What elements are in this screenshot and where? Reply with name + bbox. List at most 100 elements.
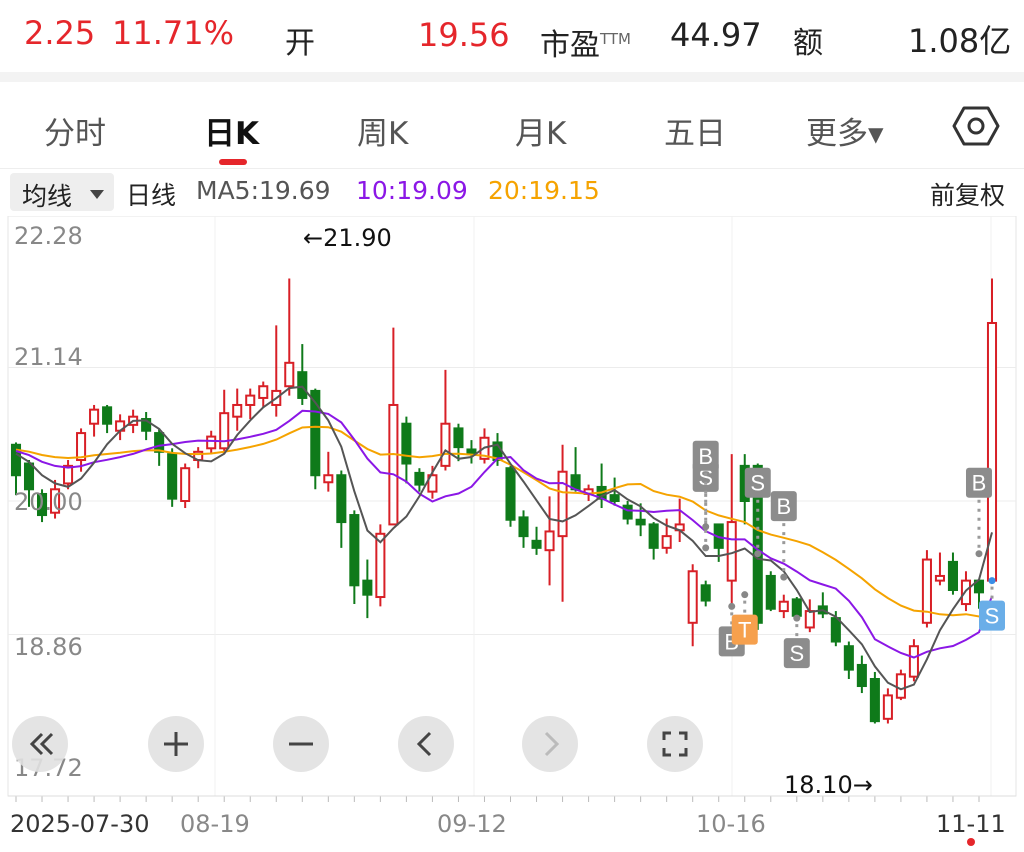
candle (531, 539, 542, 549)
candle (908, 645, 919, 678)
open-value: 19.56 (418, 16, 510, 54)
candle (284, 361, 295, 388)
ma5-line (15, 385, 993, 691)
active-tab-indicator (219, 159, 247, 165)
candle (453, 427, 464, 449)
candle (648, 523, 659, 549)
candle (89, 408, 100, 425)
candle (245, 394, 256, 406)
pe-label-text: 市盈 (540, 28, 600, 63)
tab-more[interactable]: 更多▾ (806, 108, 884, 153)
candle (635, 518, 646, 526)
fullscreen-icon (662, 731, 688, 757)
marker-dot (702, 523, 710, 531)
marker-dot (702, 544, 710, 552)
low-annotation: 18.10→ (784, 771, 873, 799)
marker-dot (728, 602, 736, 610)
x-tick-label: 09-12 (437, 810, 507, 838)
change-percent: 11.71% (112, 14, 235, 52)
candle (349, 514, 360, 587)
candle (414, 471, 425, 486)
tab-intraday[interactable]: 分时 (44, 108, 106, 153)
x-tick-label: 10-16 (696, 810, 766, 838)
candle (622, 504, 633, 520)
zoom-out-button[interactable] (273, 716, 329, 772)
trade-marker-label: S (789, 641, 804, 666)
candle (102, 406, 113, 425)
candle (336, 474, 347, 524)
x-tick-label: 2025-07-30 (10, 810, 150, 838)
marker-dot (741, 591, 749, 599)
candle (882, 694, 893, 720)
candle (830, 617, 841, 643)
tab-five-day[interactable]: 五日 (664, 108, 726, 153)
candle (765, 574, 776, 610)
plus-icon (164, 732, 188, 756)
chevron-right-icon (544, 731, 560, 757)
candle (23, 462, 35, 491)
y-tick-label: 20.00 (14, 488, 83, 516)
x-tick-label: 08-19 (180, 810, 250, 838)
high-annotation: ←21.90 (303, 224, 392, 252)
next-button[interactable] (522, 716, 578, 772)
divider (0, 72, 1024, 82)
candle (843, 645, 854, 671)
candle (687, 570, 698, 624)
trade-marker-label: S (985, 604, 1000, 629)
trade-marker-label: T (738, 618, 751, 643)
candle (895, 673, 906, 699)
prev-button[interactable] (398, 716, 454, 772)
zoom-in-button[interactable] (148, 716, 204, 772)
candle (440, 422, 451, 467)
trade-marker-label: B (776, 494, 791, 519)
marker-dot (793, 614, 801, 622)
tab-monthly-k[interactable]: 月K (515, 108, 566, 153)
candle (791, 598, 802, 617)
ma20-value: 20:19.15 (488, 176, 600, 205)
candle (661, 535, 672, 549)
ma5-value: MA5:19.69 (196, 176, 331, 205)
adjust-mode[interactable]: 前复权 (930, 176, 1005, 212)
candle (362, 579, 373, 596)
period-label: 日线 (126, 181, 177, 210)
candle (609, 494, 620, 503)
candle (700, 584, 711, 602)
candle (167, 453, 178, 500)
ma-dropdown[interactable]: 均线 (10, 173, 114, 211)
candle (388, 403, 399, 526)
open-label: 开 (285, 26, 315, 61)
y-tick-label: 21.14 (14, 343, 83, 371)
amount-value: 1.08亿 (908, 22, 1012, 60)
tab-weekly-k[interactable]: 周K (357, 108, 408, 153)
candle (401, 422, 412, 465)
fullscreen-button[interactable] (647, 716, 703, 772)
today-dot (967, 838, 975, 846)
chevron-down-icon (90, 190, 104, 199)
marker-dot (975, 550, 983, 558)
candle (232, 403, 243, 418)
candle (258, 385, 269, 399)
ma-dropdown-label: 均线 (22, 182, 73, 211)
quote-strip: 2.25 11.71% 开 19.56 市盈TTM 44.97 额 1.08亿 (0, 0, 1024, 72)
candle (219, 412, 230, 450)
candle (557, 470, 568, 538)
candle (869, 678, 880, 723)
candle (856, 663, 867, 688)
pe-value: 44.97 (670, 16, 762, 54)
marker-dot (754, 550, 762, 558)
y-tick-label: 18.86 (14, 633, 83, 661)
tab-daily-k[interactable]: 日K (204, 108, 259, 153)
marker-dot (780, 573, 788, 581)
settings-hexagon-icon[interactable] (950, 100, 1002, 152)
marker-dot (988, 577, 996, 585)
chevron-left-icon (416, 731, 432, 757)
rewind-button[interactable] (12, 716, 68, 772)
candle (947, 560, 958, 591)
ma-legend-bar: 均线 日线 MA5:19.69 10:19.09 20:19.15 前复权 (0, 170, 1024, 216)
minus-icon (289, 742, 313, 746)
trade-marker-label: S (750, 471, 765, 496)
trade-marker-label: B (972, 471, 987, 496)
candle (505, 467, 516, 521)
change-amount: 2.25 (24, 14, 96, 52)
amount-label: 额 (793, 26, 823, 61)
